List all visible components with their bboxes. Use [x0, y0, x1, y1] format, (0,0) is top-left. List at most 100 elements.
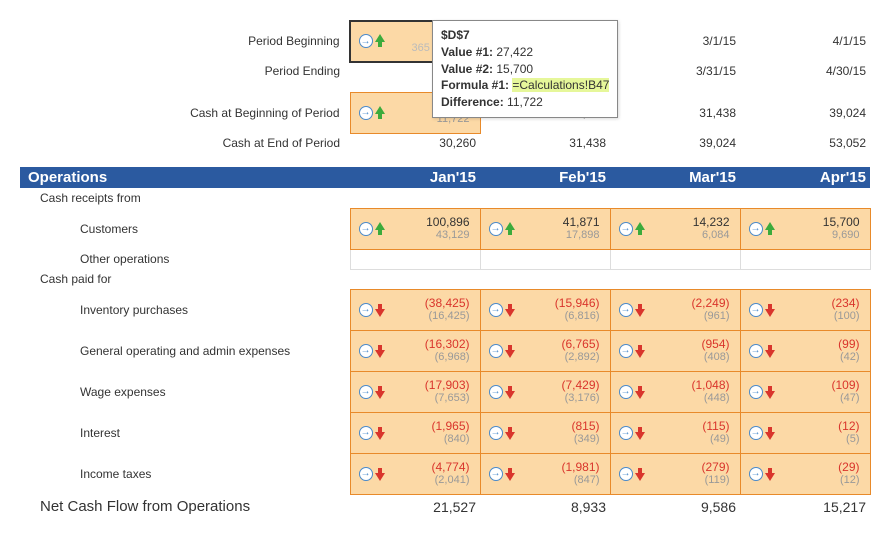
data-cell[interactable]: →(234)(100) — [740, 289, 870, 330]
arrow-down-icon — [635, 344, 645, 358]
net-feb[interactable]: 8,933 — [480, 494, 610, 517]
cell-cash-end-feb[interactable]: 31,438 — [480, 133, 610, 153]
expand-icon[interactable]: → — [619, 222, 633, 236]
expand-icon[interactable]: → — [749, 303, 763, 317]
expand-icon[interactable]: → — [489, 467, 503, 481]
cell-value: (12) — [838, 419, 859, 433]
cell-value: (1,981) — [561, 460, 599, 474]
cell-cash-begin-mar[interactable]: 31,438 — [610, 92, 740, 133]
expand-icon[interactable]: → — [359, 344, 373, 358]
tooltip-f1-label: Formula #1: — [441, 78, 509, 92]
data-cell[interactable]: →(15,946)(6,816) — [480, 289, 610, 330]
cell-cash-end-jan[interactable]: 30,260 — [350, 133, 480, 153]
data-cell[interactable]: →(7,429)(3,176) — [480, 371, 610, 412]
data-cell[interactable]: →(954)(408) — [610, 330, 740, 371]
expand-icon[interactable]: → — [489, 385, 503, 399]
data-cell[interactable]: →(115)(49) — [610, 412, 740, 453]
expand-icon[interactable]: → — [619, 344, 633, 358]
cell-period-begin-mar[interactable]: 3/1/15 — [610, 21, 740, 62]
expand-icon[interactable]: → — [359, 222, 373, 236]
operations-header-row: Operations Jan'15 Feb'15 Mar'15 Apr'15 — [20, 167, 870, 188]
cell-delta: (408) — [701, 351, 729, 364]
data-cell[interactable]: →(4,774)(2,041) — [350, 453, 480, 494]
data-cell[interactable]: → 100,89643,129 — [350, 208, 480, 249]
cell-value: (29) — [838, 460, 859, 474]
cell-delta: (7,653) — [425, 392, 470, 405]
expand-icon[interactable]: → — [749, 467, 763, 481]
data-cell[interactable]: →15,7009,690 — [740, 208, 870, 249]
cell-empty[interactable] — [350, 249, 480, 269]
data-cell[interactable]: → (1,981)(847) — [480, 453, 610, 494]
data-cell[interactable]: →41,87117,898 — [480, 208, 610, 249]
data-cell[interactable]: →(16,302)(6,968) — [350, 330, 480, 371]
expand-icon[interactable]: → — [359, 34, 373, 48]
data-cell[interactable]: →(815)(349) — [480, 412, 610, 453]
data-cell[interactable]: →(2,249)(961) — [610, 289, 740, 330]
expand-icon[interactable]: → — [489, 426, 503, 440]
data-cell[interactable]: → (279)(119) — [610, 453, 740, 494]
data-cell[interactable]: →(17,903)(7,653) — [350, 371, 480, 412]
cell-period-begin-apr[interactable]: 4/1/15 — [740, 21, 870, 62]
cell-value: (16,302) — [425, 337, 470, 351]
expand-icon[interactable]: → — [749, 426, 763, 440]
data-cell[interactable]: →(38,425)(16,425) — [350, 289, 480, 330]
expand-icon[interactable]: → — [359, 467, 373, 481]
expand-icon[interactable]: → — [619, 426, 633, 440]
data-cell[interactable]: →(6,765)(2,892) — [480, 330, 610, 371]
cell-value: (6,765) — [561, 337, 599, 351]
cell-delta: (119) — [701, 474, 729, 487]
arrow-down-icon — [635, 467, 645, 481]
cell-value: 15,700 — [823, 215, 860, 229]
data-cell[interactable]: →14,2326,084 — [610, 208, 740, 249]
cell-value: (99) — [838, 337, 859, 351]
cell-delta: 6,084 — [693, 229, 730, 242]
cell-period-end-mar[interactable]: 3/31/15 — [610, 62, 740, 81]
net-jan[interactable]: 21,527 — [350, 494, 480, 517]
cell-empty[interactable] — [480, 249, 610, 269]
cell-value: (279) — [701, 460, 729, 474]
cell-delta: 43,129 — [426, 229, 469, 242]
arrow-down-icon — [505, 303, 515, 317]
arrow-down-icon — [635, 385, 645, 399]
cell-cash-end-mar[interactable]: 39,024 — [610, 133, 740, 153]
data-cell[interactable]: →(109)(47) — [740, 371, 870, 412]
arrow-down-icon — [765, 426, 775, 440]
expand-icon[interactable]: → — [359, 385, 373, 399]
cell-empty[interactable] — [610, 249, 740, 269]
table-row: Customers→100,89643,129→41,87117,898→14,… — [20, 208, 870, 249]
expand-icon[interactable]: → — [359, 426, 373, 440]
data-cell[interactable]: →(1,048)(448) — [610, 371, 740, 412]
table-row: General operating and admin expenses→(16… — [20, 330, 870, 371]
expand-icon[interactable]: → — [749, 344, 763, 358]
arrow-down-icon — [375, 467, 385, 481]
data-cell[interactable]: →(29)(12) — [740, 453, 870, 494]
row-label: Interest — [20, 412, 350, 453]
expand-icon[interactable]: → — [749, 385, 763, 399]
expand-icon[interactable]: → — [359, 303, 373, 317]
tooltip-diff: 11,722 — [507, 95, 543, 109]
expand-icon[interactable]: → — [359, 106, 373, 120]
cash-begin-label: Cash at Beginning of Period — [20, 92, 350, 133]
net-apr[interactable]: 15,217 — [740, 494, 870, 517]
net-mar[interactable]: 9,586 — [610, 494, 740, 517]
expand-icon[interactable]: → — [619, 385, 633, 399]
cell-period-end-apr[interactable]: 4/30/15 — [740, 62, 870, 81]
data-cell[interactable]: → (99)(42) — [740, 330, 870, 371]
cell-delta: (961) — [691, 310, 729, 323]
expand-icon[interactable]: → — [619, 467, 633, 481]
arrow-down-icon — [635, 426, 645, 440]
cell-cash-end-apr[interactable]: 53,052 — [740, 133, 870, 153]
cell-empty[interactable] — [740, 249, 870, 269]
expand-icon[interactable]: → — [489, 303, 503, 317]
cell-cash-begin-apr[interactable]: 39,024 — [740, 92, 870, 133]
cell-delta: (847) — [561, 474, 599, 487]
cell-value: (1,965) — [431, 419, 469, 433]
expand-icon[interactable]: → — [489, 344, 503, 358]
expand-icon[interactable]: → — [749, 222, 763, 236]
cell-value: 100,896 — [426, 215, 469, 229]
data-cell[interactable]: →(12)(5) — [740, 412, 870, 453]
cell-delta: (42) — [838, 351, 859, 364]
expand-icon[interactable]: → — [489, 222, 503, 236]
data-cell[interactable]: →(1,965)(840) — [350, 412, 480, 453]
expand-icon[interactable]: → — [619, 303, 633, 317]
